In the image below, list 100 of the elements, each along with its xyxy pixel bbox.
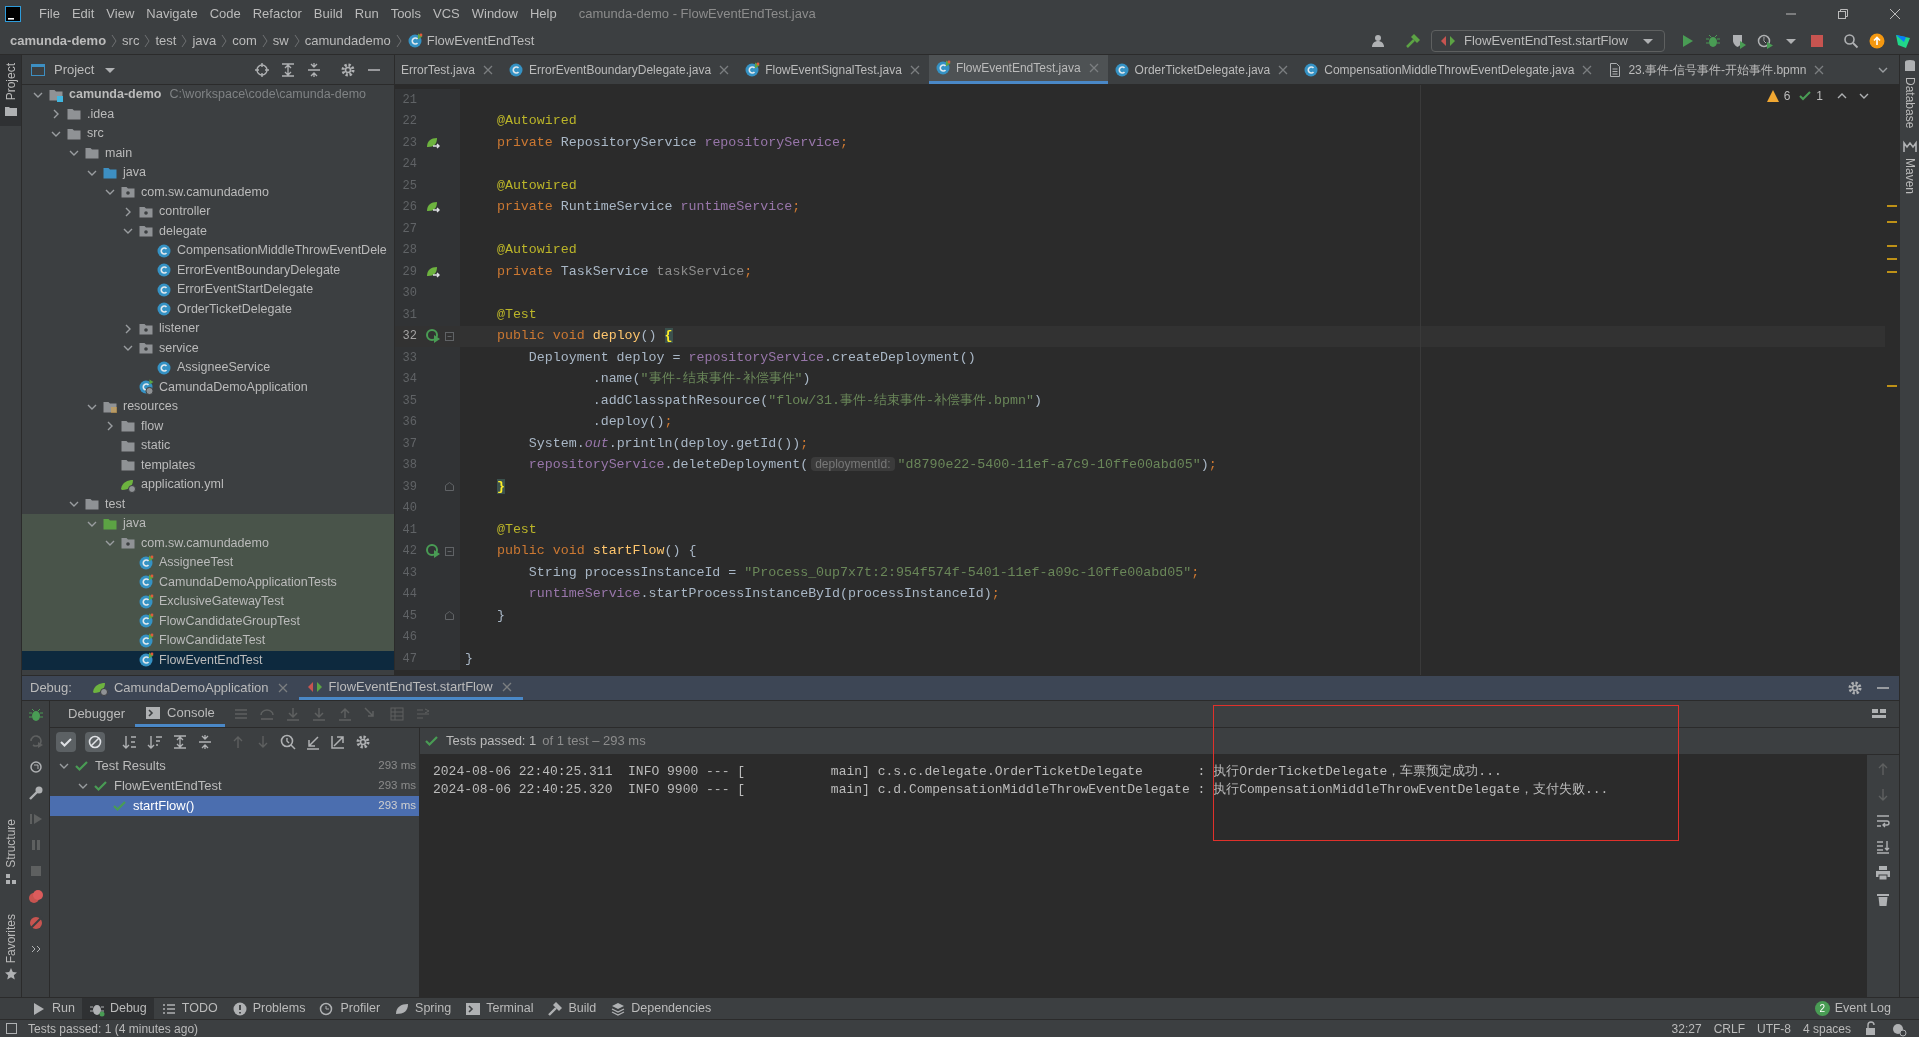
warning-marker[interactable] (1887, 221, 1897, 223)
view-selector[interactable]: Project (54, 59, 95, 80)
search-icon[interactable] (1843, 33, 1859, 49)
editor-tab[interactable]: CompensationMiddleThrowEventDelegate.java (1297, 55, 1602, 84)
tool-window-button[interactable]: Build (540, 998, 604, 1019)
sort-alphabetically-icon[interactable] (122, 733, 138, 750)
restore-layout-icon[interactable] (27, 759, 44, 775)
fold-icon[interactable] (444, 544, 455, 558)
run-configuration-dropdown[interactable]: FlowEventEndTest.startFlow (1431, 30, 1665, 52)
tree-item[interactable]: ExclusiveGatewayTest (22, 592, 394, 612)
session-tab[interactable]: FlowEventEndTest.startFlow (298, 676, 523, 700)
collapse-all-icon[interactable] (197, 733, 213, 750)
warning-marker[interactable] (1887, 245, 1897, 247)
tree-item[interactable]: resources (22, 397, 394, 417)
breadcrumb-item[interactable]: test (155, 31, 177, 51)
fold-end-icon[interactable] (444, 480, 455, 494)
tool-window-button[interactable]: TODO (153, 998, 225, 1019)
stop-icon[interactable] (1809, 33, 1825, 49)
breadcrumb-item[interactable]: FlowEventEndTest (426, 31, 535, 51)
menu-item[interactable]: Navigate (140, 4, 204, 24)
editor-tab[interactable]: 23.事件-信号事件-开始事件.bpmn (1601, 55, 1834, 84)
hammer-icon[interactable] (1405, 33, 1421, 49)
toolbox-logo-icon[interactable] (1895, 33, 1911, 49)
tool-window-tab[interactable]: Database (1900, 59, 1919, 129)
menu-item[interactable]: View (100, 4, 141, 24)
tool-window-button[interactable]: Run (24, 998, 82, 1019)
tree-item[interactable]: java (22, 163, 394, 183)
passed-count[interactable]: 1 (1816, 87, 1823, 105)
tree-item[interactable]: java (22, 514, 394, 534)
test-result-item[interactable]: Test Results 293 ms (50, 756, 419, 776)
warning-count[interactable]: 6 (1783, 87, 1791, 105)
menu-item[interactable]: Help (523, 4, 563, 24)
tool-windows-toggle-icon[interactable] (4, 1020, 20, 1037)
show-ignored-toggle[interactable] (85, 731, 105, 752)
test-result-item[interactable]: FlowEventEndTest 293 ms (50, 776, 419, 796)
profile-icon[interactable] (1757, 33, 1773, 49)
breadcrumb-item[interactable]: sw (272, 31, 289, 51)
tool-window-tab[interactable]: Favorites (0, 905, 21, 989)
import-icon[interactable] (305, 733, 321, 750)
settings-icon[interactable] (355, 733, 371, 750)
tree-item[interactable]: CamundaDemoApplication (22, 377, 394, 397)
user-icon[interactable] (1371, 33, 1387, 49)
editor-tab[interactable]: ErrorEventBoundaryDelegate.java (502, 55, 739, 84)
tool-window-button[interactable]: Problems (224, 998, 313, 1019)
menu-item[interactable]: Code (203, 4, 247, 24)
warning-marker[interactable] (1887, 258, 1897, 260)
tree-item[interactable]: CompensationMiddleThrowEventDele (22, 241, 394, 261)
tool-window-tab[interactable]: Maven (1900, 140, 1919, 195)
wrench-icon[interactable] (27, 785, 44, 801)
caret-position[interactable]: 32:27 (1671, 1019, 1702, 1037)
panel-tab[interactable]: Console (135, 701, 225, 727)
menu-item[interactable]: Refactor (246, 4, 308, 24)
tree-item[interactable]: AssigneeService (22, 358, 394, 378)
tree-item[interactable]: test (22, 494, 394, 514)
tree-item[interactable]: ErrorEventStartDelegate (22, 280, 394, 300)
scroll-to-end-icon[interactable] (1875, 839, 1891, 855)
tree-item[interactable]: FlowEventEndTest (22, 650, 394, 670)
tree-item[interactable]: src (22, 124, 394, 144)
test-result-item[interactable]: startFlow() 293 ms (50, 796, 419, 816)
collapse-all-icon[interactable] (306, 61, 322, 78)
restore-icon[interactable] (1835, 6, 1851, 22)
tool-window-button[interactable]: Spring (387, 998, 459, 1019)
locate-icon[interactable] (254, 61, 270, 78)
editor-tab[interactable]: OrderTicketDelegate.java (1107, 55, 1298, 84)
tree-item[interactable]: templates (22, 455, 394, 475)
print-icon[interactable] (1875, 865, 1891, 881)
menu-item[interactable]: Run (348, 4, 385, 24)
mute-breakpoints-icon[interactable] (27, 915, 44, 931)
tool-window-tab[interactable]: Structure (0, 810, 21, 894)
debug-icon[interactable] (1705, 33, 1721, 49)
indent-setting[interactable]: 4 spaces (1802, 1019, 1851, 1037)
tree-item[interactable]: main (22, 143, 394, 163)
run-test-icon[interactable] (425, 328, 441, 345)
tree-item[interactable]: static (22, 436, 394, 456)
tree-item[interactable]: service (22, 338, 394, 358)
event-log-button[interactable]: 2 Event Log (1814, 999, 1891, 1018)
coverage-icon[interactable] (1731, 33, 1747, 49)
tree-item[interactable]: camunda-demo C:\workspace\code\camunda-demo (22, 85, 394, 105)
menu-item[interactable]: Window (465, 4, 524, 24)
tool-window-button[interactable]: Dependencies (603, 998, 719, 1019)
tree-item[interactable]: application.yml (22, 475, 394, 495)
tree-item[interactable]: FlowCandidateGroupTest (22, 611, 394, 631)
tree-item[interactable]: flow (22, 416, 394, 436)
tree-item[interactable]: .idea (22, 104, 394, 124)
tool-window-tab[interactable]: Project (0, 55, 21, 127)
fold-end-icon[interactable] (444, 609, 455, 623)
expand-all-icon[interactable] (280, 61, 296, 78)
tree-item[interactable]: com.sw.camundademo (22, 533, 394, 553)
settings-icon[interactable] (1847, 680, 1863, 696)
warning-marker[interactable] (1887, 385, 1897, 387)
export-icon[interactable] (330, 733, 346, 750)
fold-icon[interactable] (444, 329, 455, 343)
tree-item[interactable]: com.sw.camundademo (22, 182, 394, 202)
debug-icon[interactable] (27, 707, 44, 723)
tree-item[interactable]: FlowCandidateTest (22, 631, 394, 651)
tool-window-button[interactable]: Profiler (312, 998, 388, 1019)
breadcrumb-item[interactable]: src (122, 31, 140, 51)
tree-item[interactable]: controller (22, 202, 394, 222)
file-encoding[interactable]: UTF-8 (1756, 1019, 1791, 1037)
warning-marker[interactable] (1887, 205, 1897, 207)
